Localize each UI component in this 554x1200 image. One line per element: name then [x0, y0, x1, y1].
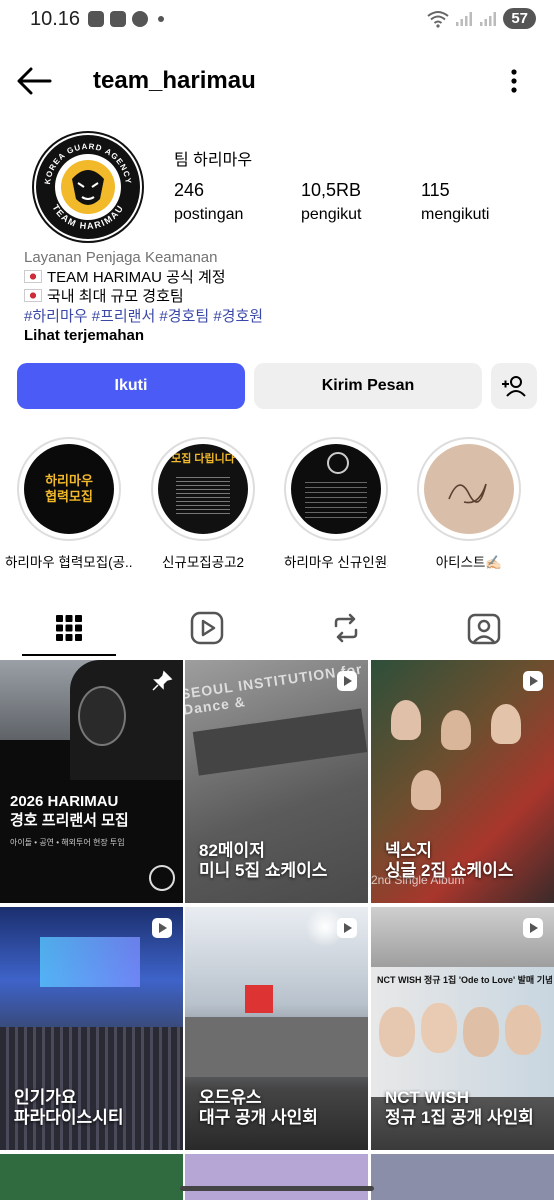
highlight-item[interactable]: 모집 다립니다 신규모집공고2	[151, 437, 255, 571]
korea-flag-icon	[24, 289, 42, 302]
stat-following-label: mengikuti	[421, 206, 490, 223]
more-notifications-icon	[158, 16, 164, 22]
tab-tagged[interactable]	[415, 600, 553, 656]
back-arrow-icon[interactable]	[16, 67, 52, 95]
status-bar: 10.16 57	[0, 0, 554, 44]
bio-hashtags[interactable]: #하리마우 #프리랜서 #경호팀 #경호원	[24, 307, 263, 327]
status-time: 10.16	[30, 8, 81, 30]
stat-posts-label: postingan	[174, 206, 244, 223]
stat-posts-value: 246	[174, 180, 205, 200]
grid-icon	[56, 615, 82, 641]
follow-button[interactable]: Ikuti	[17, 363, 245, 409]
team-logo: KOREA GUARD AGENCY TEAM HARIMAU	[36, 135, 140, 239]
post-caption-line1: 2026 HARIMAU	[10, 793, 119, 810]
reel-badge-icon	[152, 918, 172, 938]
profile-header: team_harimau	[0, 55, 554, 107]
more-options-icon[interactable]	[510, 69, 518, 93]
pin-icon	[152, 670, 173, 691]
highlight-label: 아티스트✍🏻	[435, 555, 503, 570]
bio-line-2: 국내 최대 규모 경호팀	[47, 288, 184, 305]
post-caption-line2: 싱글 2집 쇼케이스	[385, 861, 514, 880]
post-caption-line1: 넥스지	[385, 841, 432, 860]
post-caption-line2: 파라다이스시티	[14, 1108, 124, 1127]
message-icon	[110, 11, 126, 27]
post-tile[interactable]	[0, 1154, 183, 1200]
reel-badge-icon	[337, 671, 357, 691]
stat-following-value: 115	[421, 180, 450, 200]
see-translation-link[interactable]: Lihat terjemahan	[24, 326, 263, 346]
highlight-item[interactable]: 하리마우 신규인원모...	[284, 437, 388, 571]
reel-badge-icon	[523, 918, 543, 938]
header-username: team_harimau	[93, 67, 256, 94]
tab-posts-grid[interactable]	[0, 600, 138, 656]
avatar[interactable]: KOREA GUARD AGENCY TEAM HARIMAU	[32, 131, 144, 243]
post-caption-line1: 인기가요	[14, 1088, 77, 1107]
post-caption-line2: 경호 프리랜서 모집	[10, 812, 129, 829]
reel-badge-icon	[523, 671, 543, 691]
highlight-item[interactable]: 하리마우 협력모집 하리마우 협력모집(공...	[5, 437, 133, 571]
tagged-person-icon	[467, 613, 501, 645]
add-person-icon	[502, 376, 526, 397]
whatsapp-icon	[132, 11, 148, 27]
tab-reposts[interactable]	[277, 600, 415, 656]
highlight-label: 하리마우 협력모집(공...	[5, 555, 133, 570]
highlight-label: 하리마우 신규인원모...	[284, 555, 388, 570]
post-caption-sub: 아이돌 • 공연 • 해외투어 현장 투입	[10, 838, 125, 847]
signal-icon-2	[480, 11, 497, 26]
post-tile[interactable]	[371, 1154, 554, 1200]
post-caption-line1: 82메이저	[199, 841, 265, 860]
profile-display-name: 팀 하리마우	[174, 152, 253, 169]
post-caption-line2: 정규 1집 공개 사인회	[385, 1108, 534, 1127]
profile-bio: Layanan Penjaga Keamanan TEAM HARIMAU 공식…	[24, 248, 263, 346]
post-caption-line1: NCT WISH	[385, 1088, 470, 1107]
stat-followers-label: pengikut	[301, 206, 362, 223]
message-button[interactable]: Kirim Pesan	[254, 363, 482, 409]
active-tab-indicator	[22, 654, 116, 656]
post-tile[interactable]: 인기가요 파라다이스시티	[0, 907, 183, 1150]
highlight-item[interactable]: 아티스트✍🏻	[417, 437, 521, 571]
stat-following[interactable]: 115 mengikuti	[421, 180, 489, 224]
repost-icon	[334, 613, 358, 643]
profile-tabs	[0, 600, 554, 658]
post-caption-line1: 오드유스	[199, 1088, 262, 1107]
wifi-icon	[427, 10, 449, 28]
stat-followers-value: 10,5RB	[301, 180, 362, 200]
battery-indicator: 57	[503, 8, 536, 29]
bio-line-1: TEAM HARIMAU 공식 계정	[47, 268, 226, 286]
home-indicator[interactable]	[180, 1186, 374, 1191]
post-caption-line2: 미니 5집 쇼케이스	[199, 861, 328, 880]
post-tile[interactable]: 2026 HARIMAU 경호 프리랜서 모집 아이돌 • 공연 • 해외투어 …	[0, 660, 183, 903]
post-tile[interactable]: NCT WISH 정규 1집 'Ode to Love' 발매 기념 NCT W…	[371, 907, 554, 1150]
highlight-label: 신규모집공고2	[161, 555, 245, 570]
post-tile[interactable]	[185, 1154, 368, 1200]
bio-category: Layanan Penjaga Keamanan	[24, 249, 218, 266]
notification-icon	[88, 11, 104, 27]
post-tile[interactable]: SEOUL INSTITUTION for Dance & 82메이저 미니 5집…	[185, 660, 368, 903]
post-tile[interactable]: 오드유스 대구 공개 사인회	[185, 907, 368, 1150]
team-logo-small	[149, 865, 175, 891]
korea-flag-icon	[24, 269, 42, 283]
suggest-user-button[interactable]	[491, 363, 537, 409]
stat-posts[interactable]: 246 postingan	[174, 180, 243, 224]
stat-followers[interactable]: 10,5RB pengikut	[301, 180, 362, 224]
reels-icon	[190, 611, 224, 645]
reel-badge-icon	[337, 918, 357, 938]
signal-icon	[456, 11, 473, 26]
post-tile[interactable]: 2nd Single Album 넥스지 싱글 2집 쇼케이스	[371, 660, 554, 903]
tab-reels[interactable]	[138, 600, 276, 656]
post-caption-line2: 대구 공개 사인회	[199, 1108, 318, 1127]
